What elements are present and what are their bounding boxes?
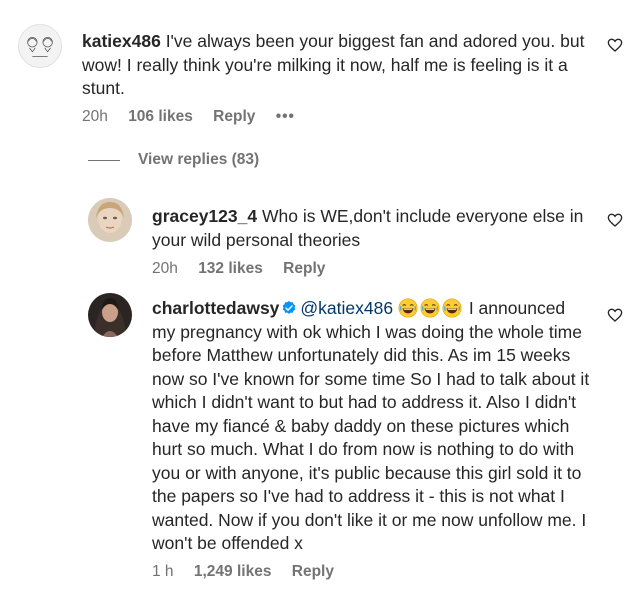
view-replies-label: View replies (83) [138,151,260,168]
avatar-photo [88,198,132,242]
comment-time[interactable]: 20h [152,260,178,277]
comment-time[interactable]: 1 h [152,563,174,580]
avatar[interactable] [88,293,132,337]
heart-icon [607,213,623,227]
comment-likes[interactable]: 132 likes [198,260,263,277]
like-button[interactable] [607,212,623,228]
comment-text: charlottedawsy @katiex486 I announced my … [152,297,592,556]
avatar[interactable] [88,198,132,242]
comment-text: katiex486 I've always been your biggest … [82,30,592,101]
comment-meta: 20h 106 likes Reply ••• [82,108,311,126]
mention-link[interactable]: @katiex486 [300,298,393,318]
comment-time[interactable]: 20h [82,108,108,125]
like-button[interactable] [607,307,623,323]
comment-meta: 1 h 1,249 likes Reply [152,563,350,581]
like-button[interactable] [607,37,623,53]
avatar-sketch-icon [27,37,53,57]
heart-icon [607,38,623,52]
heart-icon [607,308,623,322]
comment-likes[interactable]: 1,249 likes [194,563,272,580]
comment-body: I announced my pregnancy with ok which I… [152,298,590,553]
more-options-button[interactable]: ••• [276,108,295,125]
comment-meta: 20h 132 likes Reply [152,260,341,278]
reply-button[interactable]: Reply [283,260,325,277]
comment-text: gracey123_4 Who is WE,don't include ever… [152,205,592,252]
view-replies-button[interactable]: View replies (83) [88,151,259,169]
verified-badge-icon [283,301,296,314]
laughing-emoji-icon [442,298,462,318]
avatar[interactable] [18,24,62,68]
comment-username[interactable]: katiex486 [82,31,161,51]
laughing-emoji-icon [420,298,440,318]
reply-button[interactable]: Reply [213,108,255,125]
reply-button[interactable]: Reply [292,563,334,580]
laughing-emoji-icon [398,298,418,318]
avatar-photo [88,293,132,337]
comment-username[interactable]: charlottedawsy [152,298,279,318]
comment-likes[interactable]: 106 likes [128,108,193,125]
comment-username[interactable]: gracey123_4 [152,206,257,226]
divider [88,159,120,161]
